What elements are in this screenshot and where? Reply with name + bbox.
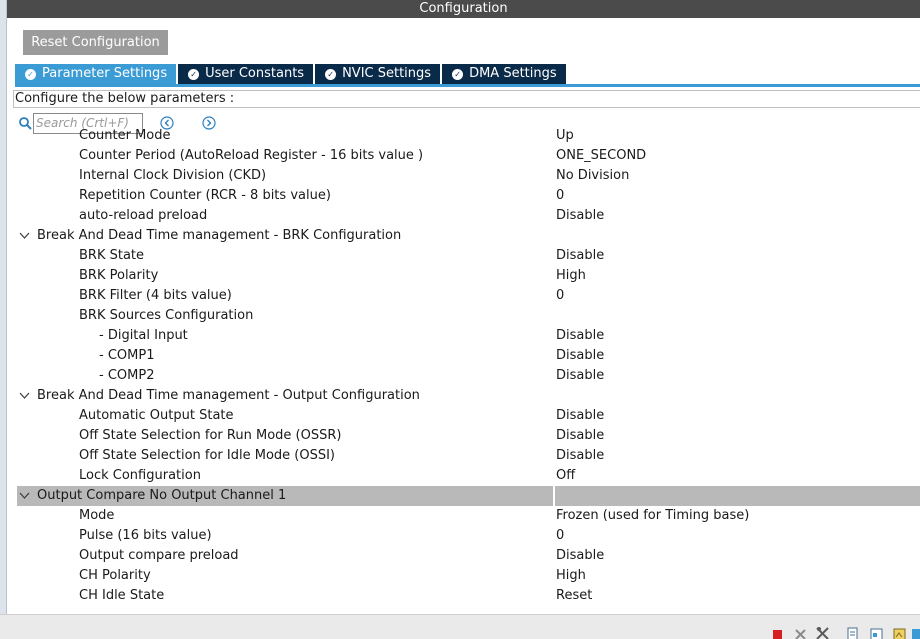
param-value[interactable]: Disable [556,206,604,226]
export-icon[interactable] [870,626,884,639]
param-name: - Digital Input [99,328,188,343]
param-name: Automatic Output State [79,408,234,423]
param-name: BRK Sources Configuration [79,308,254,323]
param-name: Pulse (16 bits value) [79,528,212,543]
check-circle-icon: ✓ [325,68,337,80]
param-name: Counter Mode [79,128,171,143]
column-divider [553,486,555,506]
param-value[interactable]: Up [556,128,574,146]
param-value[interactable]: Disable [556,426,604,446]
param-name: Off State Selection for Idle Mode (OSSI) [79,448,336,463]
param-name: CH Polarity [79,568,151,583]
scroll-icon[interactable] [912,626,920,639]
tab-label: User Constants [205,66,305,81]
check-circle-icon: ✓ [188,68,200,80]
param-value[interactable]: 0 [556,286,564,306]
param-value[interactable]: Disable [556,246,604,266]
param-value[interactable]: High [556,266,586,286]
tab-label: NVIC Settings [342,66,432,81]
param-row[interactable]: CH Idle State Reset [17,586,920,606]
chevron-down-icon[interactable] [19,232,30,240]
param-row[interactable]: Lock Configuration Off [17,466,920,486]
image-icon[interactable] [893,626,907,639]
param-row[interactable]: Automatic Output State Disable [17,406,920,426]
stop-icon[interactable] [771,626,785,639]
tab-nvic-settings[interactable]: ✓ NVIC Settings [315,64,441,84]
param-value[interactable]: Disable [556,406,604,426]
tools-icon[interactable] [816,626,830,639]
check-circle-icon: ✓ [25,68,36,80]
param-row[interactable]: Counter Mode Up [17,128,920,146]
param-name: Internal Clock Division (CKD) [79,168,267,183]
param-row[interactable]: Repetition Counter (RCR - 8 bits value) 0 [17,186,920,206]
tab-underline [15,84,920,87]
param-row[interactable]: - COMP2 Disable [17,366,920,386]
close-icon[interactable] [794,626,808,639]
check-circle-icon: ✓ [452,68,464,80]
param-name: Break And Dead Time management - BRK Con… [37,228,402,243]
param-row[interactable]: BRK Sources Configuration [17,306,920,326]
group-row[interactable]: Output Compare No Output Channel 1 [17,486,920,506]
param-name: - COMP2 [99,368,155,383]
configure-label: Configure the below parameters : [13,90,920,108]
param-row[interactable]: auto-reload preload Disable [17,206,920,226]
param-name: BRK State [79,248,145,263]
param-name: Mode [79,508,115,523]
chevron-down-icon[interactable] [19,492,30,500]
param-row[interactable]: BRK Polarity High [17,266,920,286]
tab-parameter-settings[interactable]: ✓ Parameter Settings [15,64,177,84]
tab-label: Parameter Settings [42,66,168,81]
param-value[interactable]: Off [556,466,575,486]
param-value[interactable]: Reset [556,586,592,606]
param-row[interactable]: Output compare preload Disable [17,546,920,566]
param-name: Break And Dead Time management - Output … [37,388,420,403]
tab-user-constants[interactable]: ✓ User Constants [178,64,314,84]
param-name: BRK Polarity [79,268,159,283]
param-row[interactable]: Counter Period (AutoReload Register - 16… [17,146,920,166]
page-icon[interactable] [846,626,860,639]
param-row[interactable]: Mode Frozen (used for Timing base) [17,506,920,526]
param-row[interactable]: BRK State Disable [17,246,920,266]
tab-dma-settings[interactable]: ✓ DMA Settings [442,64,566,84]
param-value[interactable]: Disable [556,366,604,386]
param-row[interactable]: Off State Selection for Idle Mode (OSSI)… [17,446,920,466]
param-name: Output Compare No Output Channel 1 [37,488,287,503]
param-value[interactable]: 0 [556,526,564,546]
param-row[interactable]: Pulse (16 bits value) 0 [17,526,920,546]
group-row[interactable]: Break And Dead Time management - BRK Con… [17,226,920,246]
tab-label: DMA Settings [469,66,557,81]
param-name: CH Idle State [79,588,165,603]
param-value[interactable]: Disable [556,346,604,366]
param-name: Counter Period (AutoReload Register - 16… [79,148,424,163]
param-value[interactable]: ONE_SECOND [556,146,646,166]
param-value[interactable]: Frozen (used for Timing base) [556,506,749,526]
param-row[interactable]: Internal Clock Division (CKD) No Division [17,166,920,186]
param-value[interactable]: No Division [556,166,629,186]
chevron-down-icon[interactable] [19,392,30,400]
param-value[interactable]: Disable [556,326,604,346]
param-value[interactable]: Disable [556,446,604,466]
window-title: Configuration [7,0,920,18]
param-row[interactable]: CH Polarity High [17,566,920,586]
param-name: auto-reload preload [79,208,208,223]
param-row[interactable]: BRK Filter (4 bits value) 0 [17,286,920,306]
param-name: Repetition Counter (RCR - 8 bits value) [79,188,331,203]
param-name: - COMP1 [99,348,155,363]
param-row[interactable]: Off State Selection for Run Mode (OSSR) D… [17,426,920,446]
param-value[interactable]: 0 [556,186,564,206]
status-bar [0,614,920,639]
param-value[interactable]: Disable [556,546,604,566]
param-name: Output compare preload [79,548,239,563]
param-name: Lock Configuration [79,468,201,483]
param-row[interactable]: - COMP1 Disable [17,346,920,366]
reset-configuration-button[interactable]: Reset Configuration [23,30,168,55]
settings-tabs: ✓ Parameter Settings ✓ User Constants ✓ … [15,64,568,84]
parameter-tree: Counter Mode Up Counter Period (AutoReload… [17,128,920,612]
param-name: BRK Filter (4 bits value) [79,288,232,303]
param-name: Off State Selection for Run Mode (OSSR) [79,428,342,443]
param-value[interactable]: High [556,566,586,586]
group-row[interactable]: Break And Dead Time management - Output … [17,386,920,406]
param-row[interactable]: - Digital Input Disable [17,326,920,346]
left-panel-edge [0,0,7,639]
